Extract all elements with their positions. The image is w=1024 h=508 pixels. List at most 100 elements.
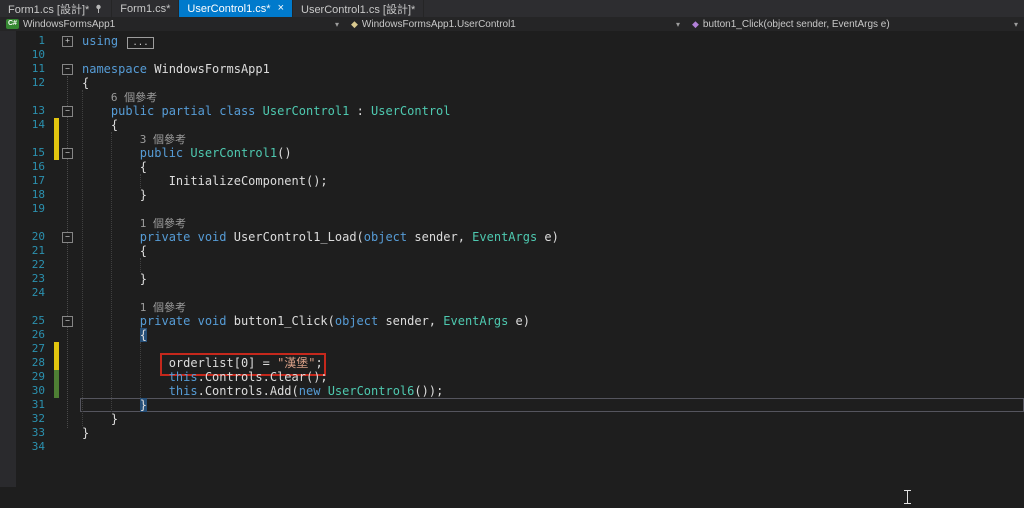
- code-text[interactable]: public partial class UserControl1 : User…: [80, 104, 1024, 118]
- line-number: 14: [31, 118, 45, 131]
- code-rows[interactable]: 1 + using ... 10 11− namespace WindowsFormsAp…: [16, 31, 1024, 487]
- line-number: 13: [31, 104, 45, 117]
- code-text[interactable]: using ...: [80, 34, 1024, 49]
- code-text[interactable]: {: [80, 118, 1024, 132]
- codelens-text[interactable]: 3 個參考: [80, 132, 1024, 146]
- code-text[interactable]: }: [80, 398, 1024, 412]
- code-line[interactable]: 32 }: [16, 412, 1024, 426]
- code-text[interactable]: this.Controls.Clear();: [80, 370, 1024, 384]
- code-line[interactable]: 1 + using ...: [16, 34, 1024, 49]
- codelens-row[interactable]: 6 個參考: [16, 90, 1024, 104]
- code-line[interactable]: 28 orderlist[0] = "漢堡";: [16, 353, 1024, 376]
- tab-form1-design[interactable]: Form1.cs [設計]*: [0, 0, 113, 17]
- code-line[interactable]: 11 − namespace WindowsFormsApp1: [16, 62, 1024, 76]
- code-text[interactable]: [80, 48, 1024, 62]
- project-dropdown[interactable]: C# WindowsFormsApp1 ▾: [0, 17, 345, 31]
- fold-toggle-icon[interactable]: −: [62, 232, 73, 243]
- code-text[interactable]: }: [80, 412, 1024, 426]
- code-line[interactable]: 24: [16, 286, 1024, 300]
- member-dropdown[interactable]: ◆ button1_Click(object sender, EventArgs…: [686, 17, 1024, 31]
- code-line[interactable]: 21 {: [16, 244, 1024, 258]
- code-editor[interactable]: 1 + using ... 10 11− namespace WindowsFormsAp…: [0, 31, 1024, 504]
- codelens-text[interactable]: 1 個參考: [80, 300, 1024, 314]
- code-line[interactable]: 14 {: [16, 118, 1024, 132]
- fold-margin: [59, 76, 80, 90]
- code-line[interactable]: 23 }: [16, 272, 1024, 286]
- code-line[interactable]: 18 }: [16, 188, 1024, 202]
- code-line[interactable]: 12 {: [16, 76, 1024, 90]
- code-line[interactable]: 29 this.Controls.Clear();: [16, 370, 1024, 384]
- code-text[interactable]: private void UserControl1_Load(object se…: [80, 230, 1024, 244]
- fold-margin: [59, 216, 80, 230]
- code-text[interactable]: }: [80, 272, 1024, 286]
- code-text[interactable]: [80, 342, 1024, 356]
- code-text[interactable]: {: [80, 160, 1024, 174]
- code-line[interactable]: 22: [16, 258, 1024, 272]
- code-text[interactable]: [80, 202, 1024, 216]
- chevron-down-icon: ▾: [675, 19, 680, 29]
- code-text[interactable]: }: [80, 426, 1024, 440]
- code-line[interactable]: 13 − public partial class UserControl1 : …: [16, 104, 1024, 118]
- tab-usercontrol1-design[interactable]: UserControl1.cs [設計]*: [293, 0, 425, 17]
- fold-toggle-icon[interactable]: +: [62, 36, 73, 47]
- code-line[interactable]: 10: [16, 48, 1024, 62]
- line-number: 19: [31, 202, 45, 215]
- code-text[interactable]: }: [80, 188, 1024, 202]
- code-line[interactable]: 30 this.Controls.Add(new UserControl6())…: [16, 384, 1024, 398]
- tab-usercontrol1[interactable]: UserControl1.cs* ×: [179, 0, 293, 17]
- fold-margin: −: [59, 230, 80, 244]
- code-line[interactable]: 27: [16, 342, 1024, 356]
- chevron-down-icon: ▾: [334, 19, 339, 29]
- code-text[interactable]: this.Controls.Add(new UserControl6());: [80, 384, 1024, 398]
- codelens-row[interactable]: 3 個參考: [16, 132, 1024, 146]
- fold-toggle-icon[interactable]: −: [62, 106, 73, 117]
- code-line[interactable]: 20 − private void UserControl1_Load(objec…: [16, 230, 1024, 244]
- code-line[interactable]: 15 − public UserControl1(): [16, 146, 1024, 160]
- code-text[interactable]: orderlist[0] = "漢堡";: [80, 353, 1024, 376]
- fold-margin: [59, 370, 80, 384]
- line-number: 20: [31, 230, 45, 243]
- fold-margin: −: [59, 314, 80, 328]
- code-text[interactable]: [80, 286, 1024, 300]
- code-text[interactable]: namespace WindowsFormsApp1: [80, 62, 1024, 76]
- code-text[interactable]: private void button1_Click(object sender…: [80, 314, 1024, 328]
- close-icon[interactable]: ×: [278, 3, 284, 14]
- codelens-references[interactable]: 6 個參考: [82, 91, 157, 104]
- code-line[interactable]: 26 {: [16, 328, 1024, 342]
- codelens-references[interactable]: 3 個參考: [82, 133, 186, 146]
- pin-icon[interactable]: [94, 4, 103, 14]
- code-text[interactable]: {: [80, 244, 1024, 258]
- codelens-references[interactable]: 1 個參考: [82, 217, 186, 230]
- line-number: [16, 132, 54, 146]
- code-line[interactable]: 17 InitializeComponent();: [16, 174, 1024, 188]
- fold-toggle-icon[interactable]: −: [62, 64, 73, 75]
- code-text[interactable]: {: [80, 328, 1024, 342]
- code-line[interactable]: 33}: [16, 426, 1024, 440]
- text-cursor: [902, 489, 913, 508]
- codelens-row[interactable]: 1 個參考: [16, 300, 1024, 314]
- fold-margin: [59, 300, 80, 314]
- fold-margin: [59, 286, 80, 300]
- code-text[interactable]: InitializeComponent();: [80, 174, 1024, 188]
- fold-toggle-icon[interactable]: −: [62, 148, 73, 159]
- code-line[interactable]: 25 − private void button1_Click(object se…: [16, 314, 1024, 328]
- tab-form1[interactable]: Form1.cs*: [112, 0, 180, 17]
- code-line[interactable]: 31 }: [16, 398, 1024, 412]
- code-line[interactable]: 16 {: [16, 160, 1024, 174]
- fold-toggle-icon[interactable]: −: [62, 316, 73, 327]
- breakpoint-margin[interactable]: [0, 31, 16, 487]
- codelens-row[interactable]: 1 個參考: [16, 216, 1024, 230]
- member-name: button1_Click(object sender, EventArgs e…: [702, 18, 890, 30]
- code-line[interactable]: 34: [16, 440, 1024, 454]
- line-number: 16: [31, 160, 45, 173]
- codelens-text[interactable]: 6 個參考: [80, 90, 1024, 104]
- code-text[interactable]: [80, 440, 1024, 454]
- code-text[interactable]: {: [80, 76, 1024, 90]
- codelens-text[interactable]: 1 個參考: [80, 216, 1024, 230]
- code-line[interactable]: 19: [16, 202, 1024, 216]
- code-text[interactable]: [80, 258, 1024, 272]
- type-dropdown[interactable]: ◆ WindowsFormsApp1.UserControl1 ▾: [345, 17, 686, 31]
- code-text[interactable]: public UserControl1(): [80, 146, 1024, 160]
- line-number: 24: [31, 286, 45, 299]
- codelens-references[interactable]: 1 個參考: [82, 301, 186, 314]
